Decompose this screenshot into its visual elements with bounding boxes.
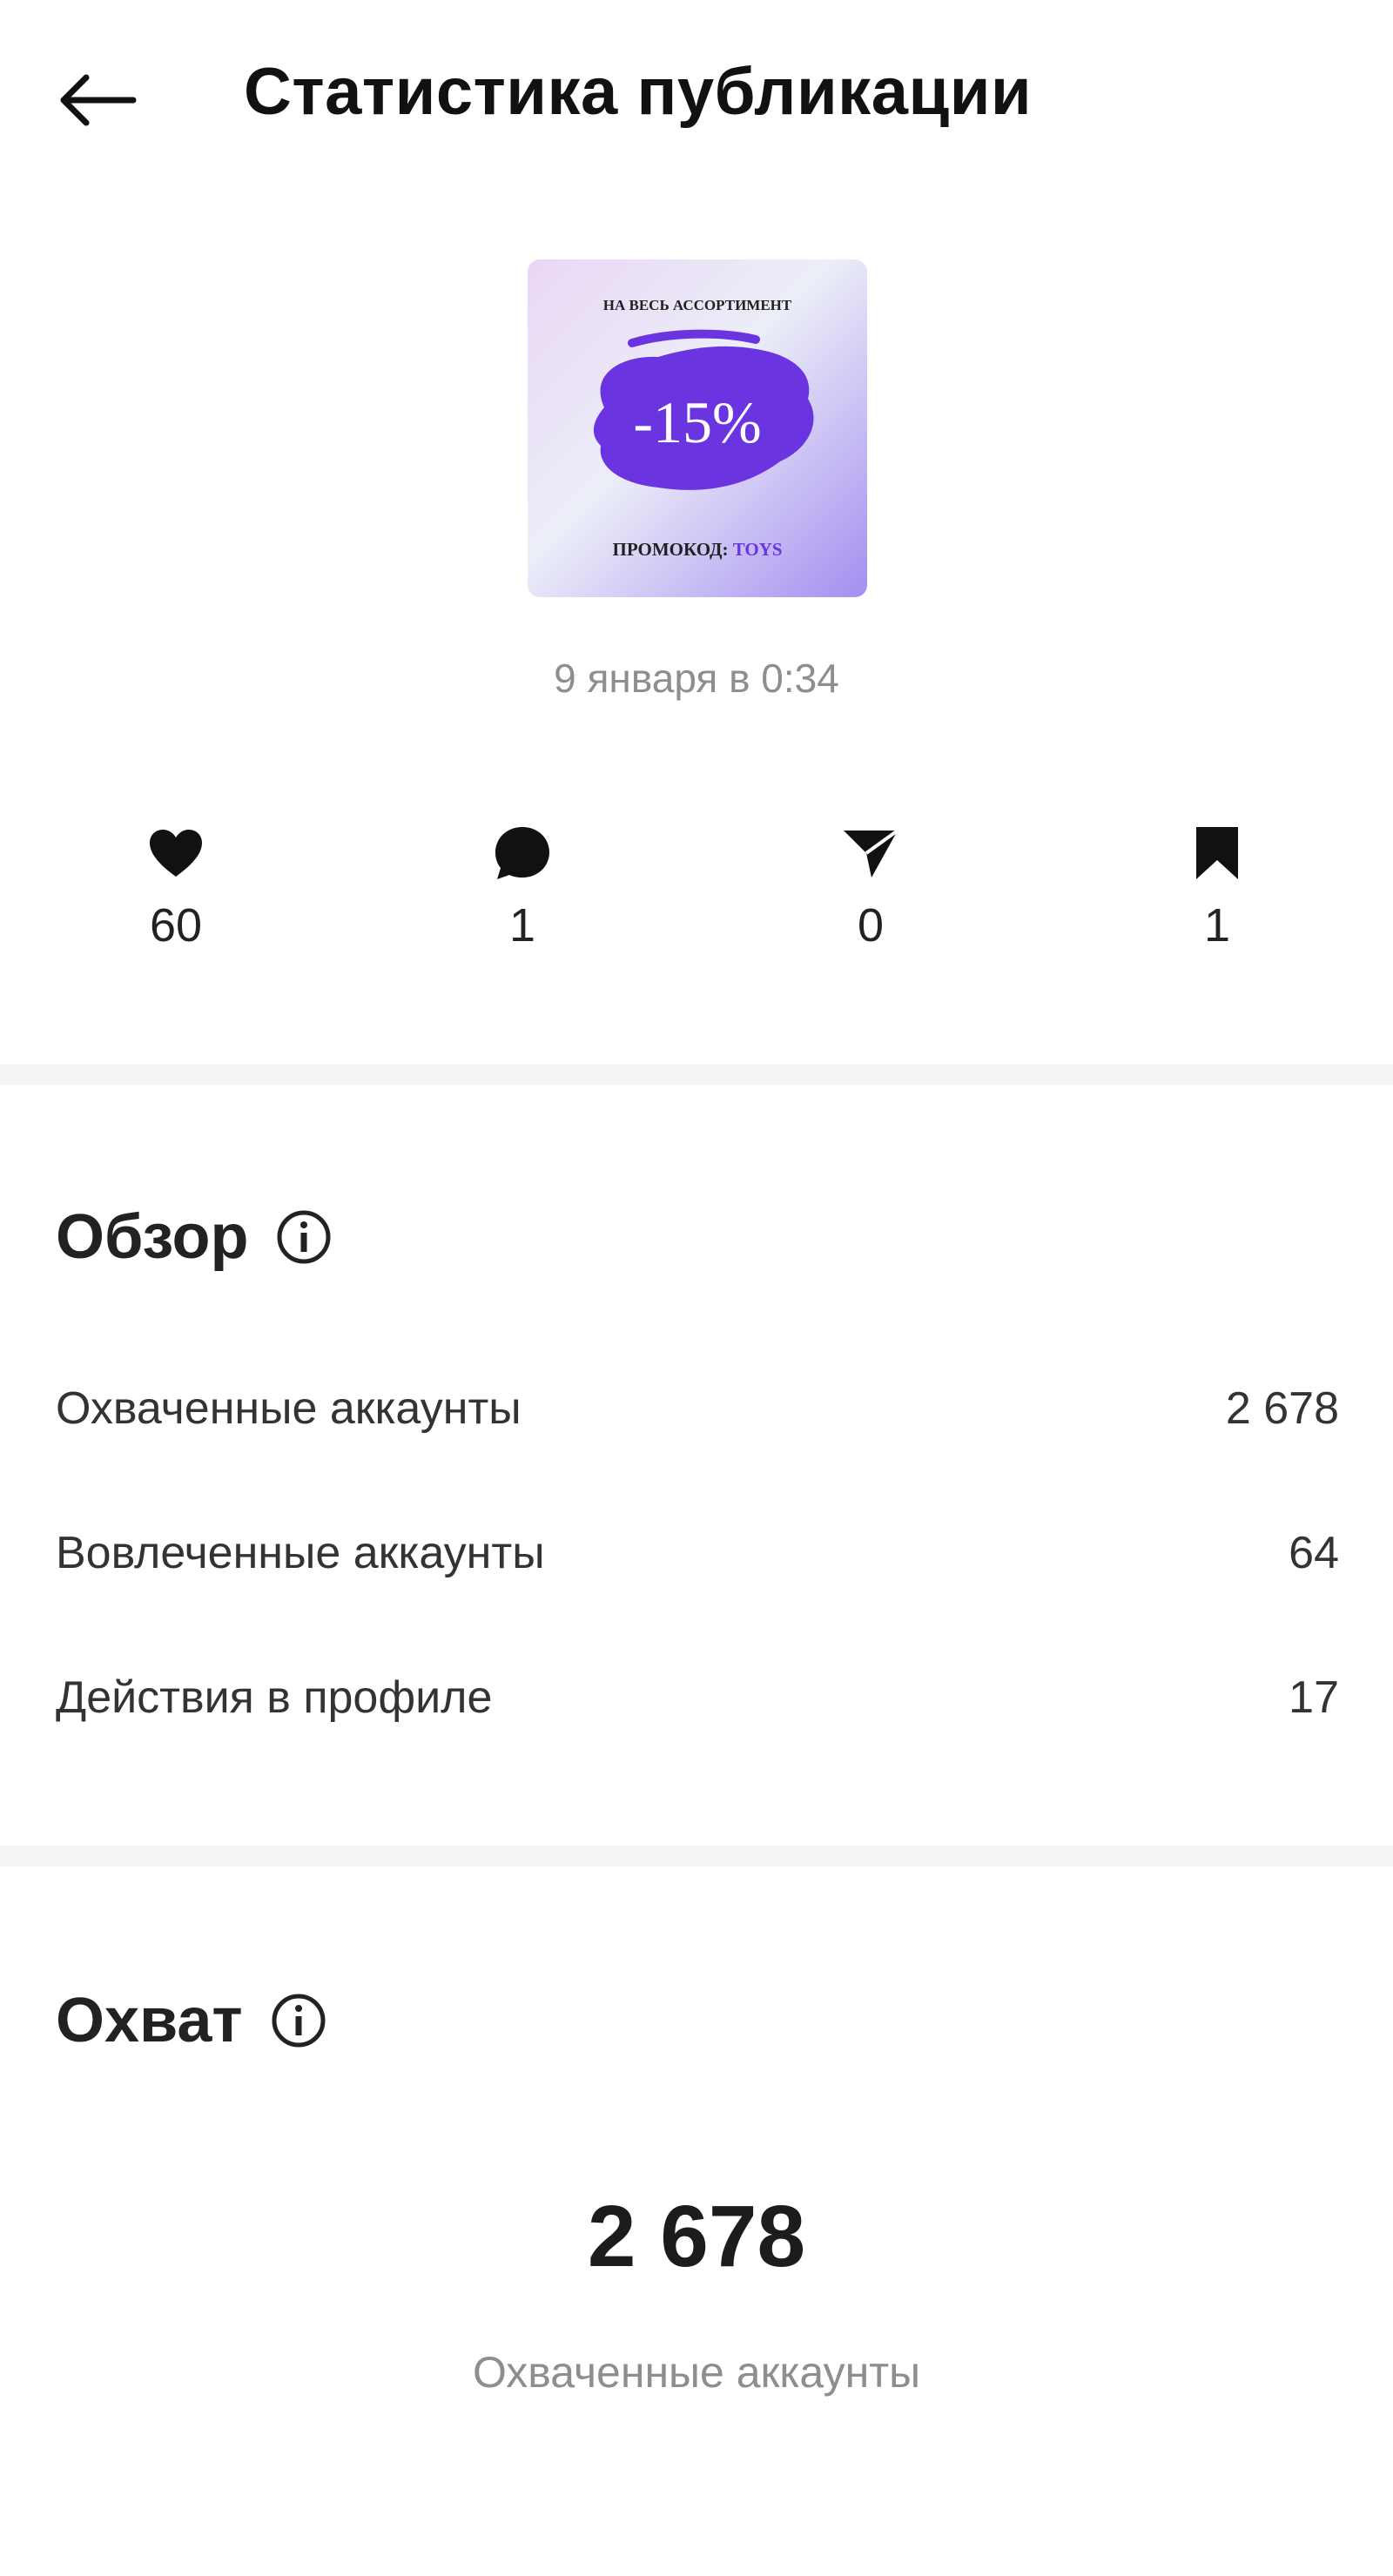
promo-code: TOYS — [733, 539, 783, 560]
promo-top-text: НА ВЕСЬ АССОРТИМЕНТ — [603, 297, 792, 313]
header: Статистика публикации — [0, 0, 1393, 192]
comments-stat: 1 — [435, 818, 609, 952]
overview-row-profile-actions: Действия в профиле 17 — [56, 1671, 1339, 1724]
bookmark-icon — [1196, 827, 1238, 879]
saves-stat: 1 — [1130, 818, 1304, 952]
row-value: 17 — [1289, 1672, 1339, 1723]
back-button[interactable] — [49, 52, 145, 148]
info-icon[interactable] — [276, 1209, 332, 1265]
share-icon — [844, 829, 899, 878]
reach-section-title: Охват — [56, 1985, 326, 2056]
arrow-left-icon — [60, 74, 137, 126]
overview-row-reached: Охваченные аккаунты 2 678 — [56, 1382, 1339, 1435]
row-label: Вовлеченные аккаунты — [56, 1528, 545, 1578]
reach-total: 2 678 — [587, 2188, 806, 2285]
row-label: Действия в профиле — [56, 1672, 493, 1723]
likes-stat: 60 — [89, 818, 263, 952]
reach-title: Охват — [56, 1986, 243, 2055]
comment-icon — [495, 827, 549, 879]
overview-row-engaged: Вовлеченные аккаунты 64 — [56, 1527, 1339, 1579]
row-value: 64 — [1289, 1528, 1339, 1578]
section-divider — [0, 1846, 1393, 1866]
reach-caption: Охваченные аккаунты — [472, 2348, 921, 2397]
page-title: Статистика публикации — [244, 55, 1033, 129]
row-label: Охваченные аккаунты — [56, 1383, 522, 1434]
comments-count: 1 — [508, 899, 536, 952]
overview-section-title: Обзор — [56, 1201, 332, 1273]
heart-icon — [150, 830, 202, 877]
discount-text: -15% — [633, 389, 761, 455]
promo-label: ПРОМОКОД: — [612, 539, 728, 560]
post-thumbnail[interactable]: НА ВЕСЬ АССОРТИМЕНТ -15% ПРОМОКОД: TOYS — [528, 259, 867, 597]
saves-count: 1 — [1203, 899, 1231, 952]
section-divider — [0, 1064, 1393, 1085]
engagement-stats: 60 1 0 1 — [0, 818, 1393, 975]
shares-stat: 0 — [784, 818, 958, 952]
overview-title: Обзор — [56, 1202, 249, 1272]
post-date: 9 января в 0:34 — [554, 656, 839, 701]
svg-text:ПРОМОКОД: TOYS: ПРОМОКОД: TOYS — [612, 539, 782, 560]
info-icon[interactable] — [271, 1993, 326, 2048]
shares-count: 0 — [857, 899, 885, 952]
row-value: 2 678 — [1225, 1383, 1339, 1434]
likes-count: 60 — [149, 899, 203, 952]
